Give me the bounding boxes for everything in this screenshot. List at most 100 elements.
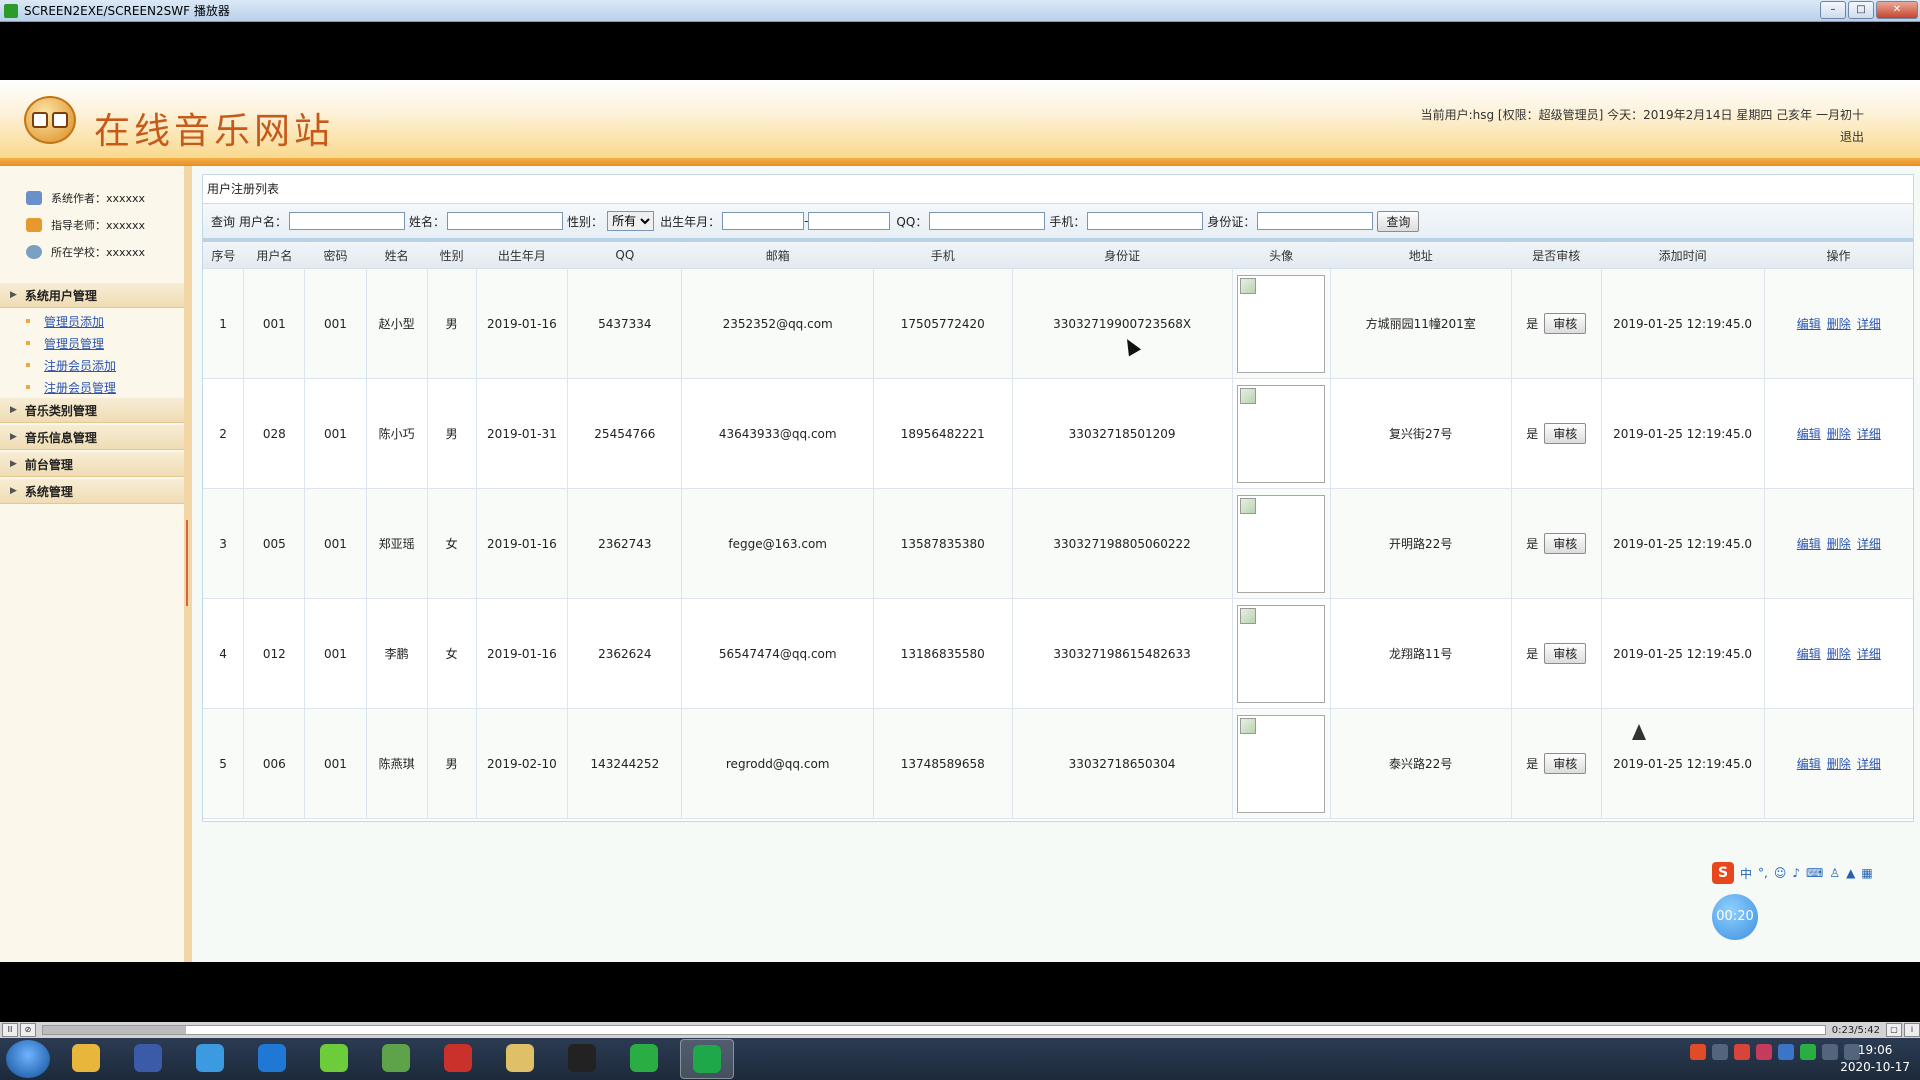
menu-item-member-manage[interactable]: 注册会员管理 <box>0 376 184 398</box>
edit-link[interactable]: 编辑 <box>1797 427 1821 441</box>
panel-title: 用户注册列表 <box>203 175 1913 204</box>
cell-avatar <box>1232 598 1331 709</box>
qq-input[interactable] <box>929 212 1046 230</box>
detail-link[interactable]: 详细 <box>1857 757 1881 771</box>
rewind-button[interactable]: ⊘ <box>20 1023 36 1037</box>
menu-link[interactable]: 管理员添加 <box>44 313 104 330</box>
info-button[interactable]: i <box>1904 1023 1920 1037</box>
tray-icon[interactable] <box>1712 1044 1728 1060</box>
col-email: 邮箱 <box>681 242 874 269</box>
edit-link[interactable]: 编辑 <box>1797 317 1821 331</box>
user-icon[interactable]: ♙ <box>1829 866 1840 880</box>
browser-icon[interactable] <box>246 1039 298 1077</box>
review-button[interactable]: 审核 <box>1544 753 1587 774</box>
birth-start-input[interactable] <box>722 212 805 230</box>
caret-right-icon: ▶ <box>10 459 17 469</box>
tray-icon[interactable] <box>1690 1044 1706 1060</box>
wechat-tray-icon[interactable] <box>1800 1044 1816 1060</box>
ime-toolbar[interactable]: S 中 °, ☺ ♪ ⌨ ♙ ▲ ▦ <box>1712 860 1920 886</box>
phone-input[interactable] <box>1087 212 1204 230</box>
volume-icon[interactable] <box>1822 1044 1838 1060</box>
delete-link[interactable]: 删除 <box>1827 757 1851 771</box>
menu-music-category[interactable]: ▶ 音乐类别管理 <box>0 398 184 423</box>
ime-mode-indicator[interactable]: 中 <box>1740 865 1752 882</box>
review-button[interactable]: 审核 <box>1544 533 1587 554</box>
delete-link[interactable]: 删除 <box>1827 537 1851 551</box>
chrome-icon[interactable] <box>60 1039 112 1077</box>
sublime-icon[interactable] <box>122 1039 174 1077</box>
close-button[interactable]: ✕ <box>1876 1 1918 19</box>
menu-label: 系统用户管理 <box>24 288 97 303</box>
punctuation-icon[interactable]: °, <box>1758 866 1768 880</box>
spreadsheet-icon[interactable] <box>370 1039 422 1077</box>
username-label: 用户名： <box>239 214 288 229</box>
tray-icon[interactable] <box>1734 1044 1750 1060</box>
menu-system[interactable]: ▶ 系统管理 <box>0 479 184 504</box>
pause-button[interactable]: II <box>2 1023 18 1037</box>
delete-link[interactable]: 删除 <box>1827 317 1851 331</box>
edit-link[interactable]: 编辑 <box>1797 757 1821 771</box>
col-password: 密码 <box>304 242 367 269</box>
sidebar-toggle-handle[interactable] <box>186 520 194 606</box>
menu-item-member-add[interactable]: 注册会员添加 <box>0 354 184 376</box>
school-label: 所在学校：xxxxxx <box>51 245 146 259</box>
flash-icon-glyph <box>444 1044 472 1072</box>
keyboard-icon[interactable]: ⌨ <box>1806 866 1823 880</box>
gender-select[interactable]: 所有 <box>607 211 655 231</box>
menu-frontend[interactable]: ▶ 前台管理 <box>0 452 184 477</box>
cell-gender: 男 <box>427 268 477 379</box>
menu-link[interactable]: 注册会员添加 <box>44 357 116 374</box>
start-button[interactable] <box>6 1040 50 1078</box>
menu-item-admin-add[interactable]: 管理员添加 <box>0 310 184 332</box>
review-button[interactable]: 审核 <box>1544 423 1587 444</box>
music-icon[interactable] <box>308 1039 360 1077</box>
skin-icon[interactable]: ▲ <box>1846 866 1855 880</box>
emoji-icon[interactable]: ☺ <box>1774 866 1787 880</box>
menu-link[interactable]: 注册会员管理 <box>44 379 116 396</box>
fullscreen-button[interactable]: ▢ <box>1886 1023 1902 1037</box>
minimize-button[interactable]: – <box>1820 1 1846 19</box>
edit-link[interactable]: 编辑 <box>1797 647 1821 661</box>
sogou-ime-icon[interactable]: S <box>1712 862 1734 884</box>
col-gender: 性别 <box>427 242 477 269</box>
cell-username: 001 <box>243 268 306 379</box>
cell-birth: 2019-01-16 <box>476 268 569 379</box>
grid-icon[interactable]: ▦ <box>1861 866 1872 880</box>
system-clock[interactable]: 19:06 2020-10-17 <box>1840 1042 1910 1076</box>
menu-music-info[interactable]: ▶ 音乐信息管理 <box>0 425 184 450</box>
delete-link[interactable]: 删除 <box>1827 647 1851 661</box>
logout-link[interactable]: 退出 <box>1840 128 1864 145</box>
cell-ops: 编辑 删除 详细 <box>1764 268 1913 379</box>
cell-ops: 编辑 删除 详细 <box>1764 378 1913 489</box>
cell-avatar <box>1232 488 1331 599</box>
player-icon[interactable] <box>680 1039 734 1079</box>
detail-link[interactable]: 详细 <box>1857 537 1881 551</box>
photos-icon[interactable] <box>184 1039 236 1077</box>
detail-link[interactable]: 详细 <box>1857 647 1881 661</box>
wechat-icon[interactable] <box>618 1039 670 1077</box>
review-button[interactable]: 审核 <box>1544 313 1587 334</box>
tray-icon[interactable] <box>1756 1044 1772 1060</box>
detail-link[interactable]: 详细 <box>1857 427 1881 441</box>
delete-link[interactable]: 删除 <box>1827 427 1851 441</box>
edit-link[interactable]: 编辑 <box>1797 537 1821 551</box>
shield-icon[interactable] <box>1778 1044 1794 1060</box>
review-button[interactable]: 审核 <box>1544 643 1587 664</box>
qq-icon[interactable] <box>556 1039 608 1077</box>
menu-system-users[interactable]: ▶ 系统用户管理 <box>0 283 184 308</box>
table-row: 1 001 001 赵小型男 2019-01-16 5437334 2352352@qq.c… <box>203 268 1913 379</box>
menu-item-admin-manage[interactable]: 管理员管理 <box>0 332 184 354</box>
search-button[interactable]: 查询 <box>1377 210 1420 232</box>
flash-icon[interactable] <box>432 1039 484 1077</box>
maximize-button[interactable]: □ <box>1848 1 1874 19</box>
name-input[interactable] <box>447 212 564 230</box>
recording-timer[interactable]: 00:20 <box>1712 894 1758 940</box>
menu-link[interactable]: 管理员管理 <box>44 335 104 352</box>
idcard-input[interactable] <box>1257 212 1374 230</box>
folder-icon[interactable] <box>494 1039 546 1077</box>
playback-progress-bar[interactable] <box>42 1025 1826 1035</box>
username-input[interactable] <box>289 212 406 230</box>
microphone-icon[interactable]: ♪ <box>1792 866 1800 880</box>
detail-link[interactable]: 详细 <box>1857 317 1881 331</box>
birth-end-input[interactable] <box>808 212 891 230</box>
